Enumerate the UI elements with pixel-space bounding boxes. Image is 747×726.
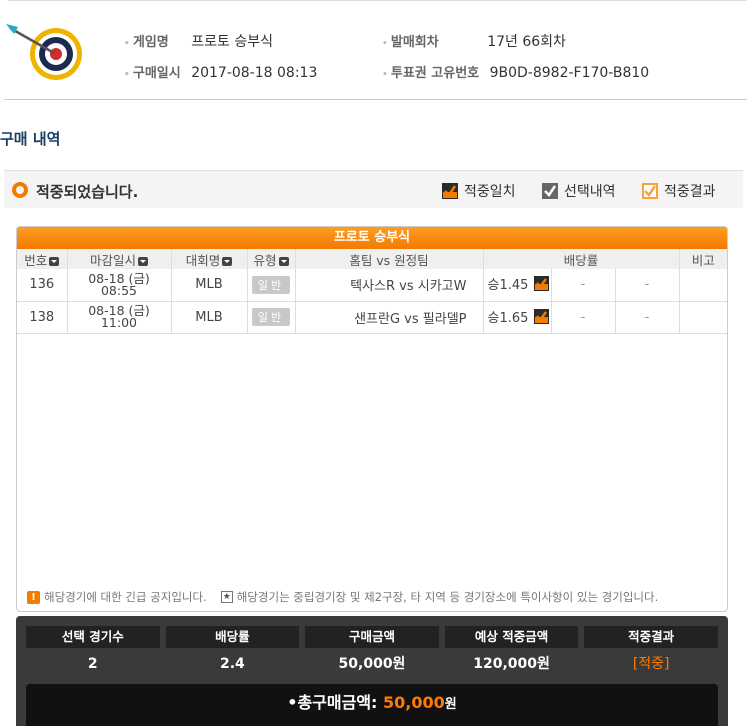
table-row: 138 08-18 (금) 11:00 MLB 일반 샌프란G vs 필라델P 승…: [17, 301, 727, 334]
table-row: 136 08-18 (금) 08:55 MLB 일반 텍사스R vs 시카고W 승…: [17, 269, 727, 302]
round-row: 발매회차 17년 66회차: [382, 31, 566, 51]
checked-orange-icon: [642, 183, 658, 199]
panel-title: 프로토 승부식: [17, 227, 727, 249]
col-type[interactable]: 유형: [246, 249, 295, 269]
game-name-value: 프로토 승부식: [191, 34, 273, 50]
sort-icon[interactable]: [222, 256, 233, 266]
total-unit: 원: [444, 697, 457, 712]
purchase-summary: 선택 경기수 배당률 구매금액 예상 적중금액 적중결과 2 2.4 50,00…: [16, 616, 728, 726]
type-badge: 일반: [251, 308, 291, 326]
total-label: •총구매금액:: [287, 693, 384, 712]
checked-gray-icon: [542, 183, 558, 199]
legend-label: 선택내역: [564, 184, 616, 200]
games-table: 번호 마감일시 대회명 유형 홈팀 vs 원정팀 배당률 비고 136 08-1…: [17, 249, 727, 334]
summary-head: 적중결과: [584, 626, 718, 648]
game-name-label: 게임명: [124, 35, 169, 50]
status-bar: 적중되었습니다. 적중일치 선택내역 적중결과: [4, 170, 743, 208]
summary-headers: 선택 경기수 배당률 구매금액 예상 적중금액 적중결과: [26, 626, 718, 648]
ticket-header: 게임명 프로토 승부식 구매일시 2017-08-18 08:13 발매회차 1…: [0, 0, 747, 100]
total-odds: 2.4: [219, 656, 245, 672]
round-value: 17년 66회차: [487, 34, 566, 50]
sort-icon[interactable]: [49, 256, 60, 266]
row-odds-draw: -: [550, 301, 615, 334]
type-badge: 일반: [251, 275, 291, 294]
notice-venue: 해당경기는 중립경기장 및 제2구장, 타 지역 등 경기장소에 특이사항이 있…: [236, 590, 659, 604]
total-amount: 50,000: [383, 693, 445, 712]
target-arrow-icon: [4, 18, 94, 88]
ticket-id-row: 투표권 고유번호 9B0D-8982-F170-B810: [382, 62, 649, 81]
summary-values: 2 2.4 50,000원 120,000원 [적중]: [26, 652, 718, 676]
purchase-date-value: 2017-08-18 08:13: [191, 65, 318, 81]
legend-label: 적중결과: [664, 184, 716, 200]
ticket-id-label: 투표권 고유번호: [382, 66, 479, 81]
round-label: 발매회차: [382, 35, 439, 50]
section-title: 구매 내역: [0, 130, 61, 148]
row-odds: 승1.45: [482, 269, 551, 302]
summary-head: 배당률: [165, 626, 300, 648]
row-odds: 승1.65: [482, 301, 551, 334]
hit-check-icon: [534, 308, 550, 328]
sort-icon[interactable]: [278, 256, 289, 266]
summary-head: 구매금액: [305, 626, 439, 648]
col-league[interactable]: 대회명: [170, 249, 247, 269]
row-odds-loss: -: [614, 269, 679, 302]
header-divider: [4, 99, 747, 100]
sort-icon[interactable]: [138, 256, 148, 266]
row-note: [678, 269, 727, 302]
purchase-date-row: 구매일시 2017-08-18 08:13: [124, 62, 317, 81]
legend-hit-match: 적중일치: [442, 181, 516, 201]
legend-label: 적중일치: [464, 184, 516, 200]
purchase-amount: 50,000원: [338, 656, 406, 672]
col-deadline[interactable]: 마감일시: [66, 249, 171, 269]
checked-dark-icon: [442, 183, 458, 199]
ticket-id-value: 9B0D-8982-F170-B810: [489, 65, 650, 81]
expected-payout: 120,000원: [473, 656, 550, 672]
row-number: 136: [17, 269, 67, 302]
summary-head: 예상 적중금액: [444, 626, 579, 648]
row-league: MLB: [170, 301, 247, 334]
col-odds: 배당률: [482, 249, 679, 269]
star-icon: ★: [220, 591, 233, 603]
row-type: 일반: [246, 301, 295, 334]
notice-line: ! 해당경기에 대한 긴급 공지입니다. ★ 해당경기는 중립경기장 및 제2구…: [27, 589, 658, 605]
legend-hit-result: 적중결과: [642, 181, 716, 201]
row-note: [678, 301, 727, 334]
row-deadline: 08-18 (금) 11:00: [66, 301, 171, 334]
hit-result: [적중]: [632, 656, 670, 672]
games-panel: 프로토 승부식 번호 마감일시 대회명 유형 홈팀 vs 원정팀 배당률 비고 …: [16, 226, 728, 612]
purchase-date-label: 구매일시: [124, 66, 181, 81]
total-purchase-bar: •총구매금액: 50,000원: [26, 684, 718, 726]
hit-ring-icon: [12, 182, 28, 198]
col-note: 비고: [678, 249, 727, 269]
alert-icon: !: [27, 590, 40, 604]
row-match: 샌프란G vs 필라델P: [294, 301, 483, 334]
col-number[interactable]: 번호: [17, 249, 67, 269]
row-match: 텍사스R vs 시카고W: [294, 269, 483, 302]
hit-check-icon: [534, 276, 550, 295]
legend-selection: 선택내역: [542, 181, 616, 201]
row-deadline: 08-18 (금) 08:55: [66, 269, 171, 302]
row-odds-draw: -: [550, 269, 615, 302]
selected-games-count: 2: [87, 656, 98, 672]
summary-head: 선택 경기수: [26, 626, 160, 648]
row-odds-loss: -: [614, 301, 679, 334]
notice-urgent: 해당경기에 대한 긴급 공지입니다.: [44, 590, 207, 604]
status-text: 적중되었습니다.: [36, 183, 139, 201]
row-type: 일반: [246, 269, 295, 302]
game-name-row: 게임명 프로토 승부식: [124, 31, 273, 51]
row-league: MLB: [170, 269, 247, 302]
row-number: 138: [17, 301, 67, 334]
col-match: 홈팀 vs 원정팀: [294, 249, 483, 269]
